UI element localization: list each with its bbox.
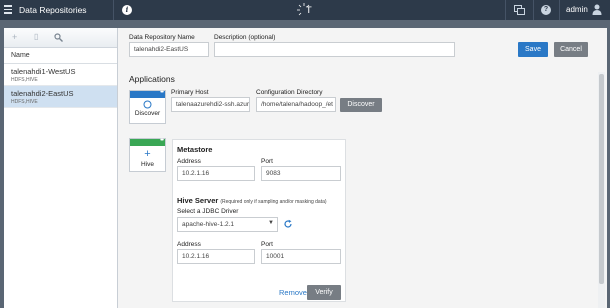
description-input[interactable] xyxy=(214,42,455,57)
repository-editor: Data Repository Name talenahdi2-EastUS D… xyxy=(117,28,607,308)
scrollbar[interactable] xyxy=(598,72,605,308)
add-icon[interactable]: + xyxy=(12,32,17,42)
primary-host-input[interactable]: talenaazurehdi2-ssh.azure xyxy=(171,97,250,112)
top-bar: Data Repositories i T ? admin xyxy=(0,0,610,20)
applications-title: Applications xyxy=(129,74,175,84)
discover-card-label: Discover xyxy=(134,110,161,117)
repo-name: talenahdi2-EastUS xyxy=(11,89,74,98)
hive-server-port-input[interactable]: 10001 xyxy=(261,249,341,264)
add-icon: + xyxy=(144,148,151,160)
discover-card-strip: •• xyxy=(130,89,165,98)
help-icon[interactable]: ? xyxy=(541,5,551,15)
discover-settings: Primary Host talenaazurehdi2-ssh.azure C… xyxy=(168,86,396,120)
hive-card[interactable]: •• + Hive xyxy=(129,137,166,172)
repository-sidebar: + ▯ Name talenahdi1-WestUS HDFS,HIVE tal… xyxy=(4,28,117,308)
discover-button[interactable]: Discover xyxy=(340,98,382,112)
jdbc-driver-select[interactable]: apache-hive-1.2.1 ▼ xyxy=(177,217,278,232)
refresh-icon[interactable] xyxy=(283,219,293,229)
metastore-port-input[interactable]: 9083 xyxy=(261,166,341,181)
hive-server-hint: (Required only if sampling and/or maskin… xyxy=(220,199,327,205)
repo-name-label: Data Repository Name xyxy=(129,34,195,41)
hive-settings-panel: Metastore Address 10.2.1.16 Port 9083 Hi… xyxy=(172,139,346,302)
metastore-address-input[interactable]: 10.2.1.16 xyxy=(177,166,255,181)
hive-server-address-label: Address xyxy=(177,241,201,248)
menu-icon[interactable] xyxy=(4,5,12,14)
repo-name-input[interactable]: talenahdi2-EastUS xyxy=(129,42,209,57)
logo-text: T xyxy=(306,6,312,16)
jdbc-driver-label: Select a JDBC Driver xyxy=(177,208,239,215)
save-button[interactable]: Save xyxy=(518,42,548,57)
config-dir-label: Configuration Directory xyxy=(256,89,323,96)
list-item[interactable]: talenahdi1-WestUS HDFS,HIVE xyxy=(4,64,117,86)
sidebar-toolbar: + ▯ xyxy=(4,28,117,48)
scrollbar-thumb[interactable] xyxy=(599,74,604,284)
user-name[interactable]: admin xyxy=(566,5,588,14)
jdbc-driver-value: apache-hive-1.2.1 xyxy=(182,221,235,228)
list-item[interactable]: talenahdi2-EastUS HDFS,HIVE xyxy=(4,86,117,108)
hive-card-label: Hive xyxy=(140,161,154,168)
verify-button[interactable]: Verify xyxy=(307,285,341,300)
hive-server-title-text: Hive Server xyxy=(177,196,219,205)
divider xyxy=(505,0,506,20)
primary-host-label: Primary Host xyxy=(171,89,209,96)
app-title: Data Repositories xyxy=(19,5,87,15)
divider xyxy=(113,0,114,20)
name-column-header[interactable]: Name xyxy=(4,48,117,64)
info-icon[interactable]: i xyxy=(122,5,132,15)
description-label: Description (optional) xyxy=(214,34,276,41)
discover-icon xyxy=(143,100,152,109)
metastore-title: Metastore xyxy=(177,145,213,154)
divider xyxy=(533,0,534,20)
search-icon[interactable] xyxy=(54,33,63,42)
repo-type: HDFS,HIVE xyxy=(11,99,38,105)
config-dir-input[interactable]: /home/talena/hadoop_/et xyxy=(256,97,336,112)
monitor-icon[interactable] xyxy=(514,5,525,15)
delete-icon[interactable]: ▯ xyxy=(34,32,38,41)
metastore-port-label: Port xyxy=(261,158,273,165)
discover-card[interactable]: •• Discover xyxy=(129,89,166,124)
repo-type: HDFS,HIVE xyxy=(11,77,38,83)
chevron-down-icon: ▼ xyxy=(268,220,274,226)
hive-server-port-label: Port xyxy=(261,241,273,248)
metastore-address-label: Address xyxy=(177,158,201,165)
hive-server-title: Hive Server (Required only if sampling a… xyxy=(177,196,327,205)
remove-link[interactable]: Remove xyxy=(279,288,307,297)
cancel-button[interactable]: Cancel xyxy=(554,42,588,57)
divider xyxy=(559,0,560,20)
repo-name: talenahdi1-WestUS xyxy=(11,67,76,76)
hive-server-address-input[interactable]: 10.2.1.16 xyxy=(177,249,255,264)
hive-card-strip: •• xyxy=(130,137,165,146)
user-icon[interactable] xyxy=(592,4,602,15)
